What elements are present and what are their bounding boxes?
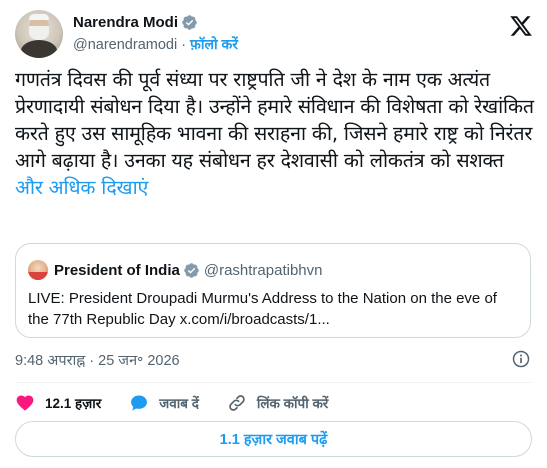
divider xyxy=(15,382,532,383)
copy-link-label: लिंक कॉपी करें xyxy=(256,396,329,411)
quoted-tweet-text: LIVE: President Droupadi Murmu's Address… xyxy=(28,290,497,328)
author-avatar[interactable] xyxy=(15,10,63,58)
verified-badge-icon xyxy=(182,15,197,30)
reply-bubble-icon xyxy=(131,395,148,411)
heart-icon xyxy=(16,395,34,411)
link-icon xyxy=(229,395,245,411)
quoted-author-avatar xyxy=(28,260,48,280)
show-more-link[interactable]: और अधिक दिखाएं xyxy=(15,176,148,199)
separator-dot: · xyxy=(181,36,187,53)
tweet-timestamp[interactable]: 9:48 अपराह्न · 25 जन॰ 2026 xyxy=(15,350,180,370)
reply-label: जवाब दें xyxy=(159,396,199,411)
quoted-tweet[interactable]: President of India @rashtrapatibhvn LIVE… xyxy=(15,243,531,338)
author-handle[interactable]: @narendramodi xyxy=(73,37,177,53)
copy-link-button[interactable]: लिंक कॉपी करें xyxy=(227,393,328,413)
quoted-author-handle: @rashtrapatibhvn xyxy=(203,261,323,279)
tweet-header: Narendra Modi @narendramodi · फ़ॉलो करें xyxy=(15,10,535,58)
like-count: 12.1 हज़ार xyxy=(45,396,102,411)
action-bar: 12.1 हज़ार जवाब दें लिंक कॉपी करें xyxy=(15,392,356,414)
verified-badge-icon xyxy=(184,262,199,278)
author-name-row: Narendra Modi xyxy=(73,14,198,31)
read-replies-button[interactable]: 1.1 हज़ार जवाब पढ़ें xyxy=(15,421,532,457)
quoted-tweet-header: President of India @rashtrapatibhvn xyxy=(28,260,322,280)
tweet-text: गणतंत्र दिवस की पूर्व संध्या पर राष्ट्रप… xyxy=(15,66,535,201)
quoted-author-name: President of India xyxy=(54,261,180,279)
author-name[interactable]: Narendra Modi xyxy=(73,14,178,31)
follow-button[interactable]: फ़ॉलो करें xyxy=(190,35,238,54)
x-logo-icon[interactable] xyxy=(509,14,533,38)
tweet-card: Narendra Modi @narendramodi · फ़ॉलो करें… xyxy=(0,0,547,468)
tweet-body: गणतंत्र दिवस की पूर्व संध्या पर राष्ट्रप… xyxy=(15,68,534,172)
reply-button[interactable]: जवाब दें xyxy=(129,393,199,413)
info-icon[interactable] xyxy=(511,349,531,369)
author-handle-row: @narendramodi · फ़ॉलो करें xyxy=(73,35,238,54)
like-button[interactable]: 12.1 हज़ार xyxy=(15,393,101,413)
